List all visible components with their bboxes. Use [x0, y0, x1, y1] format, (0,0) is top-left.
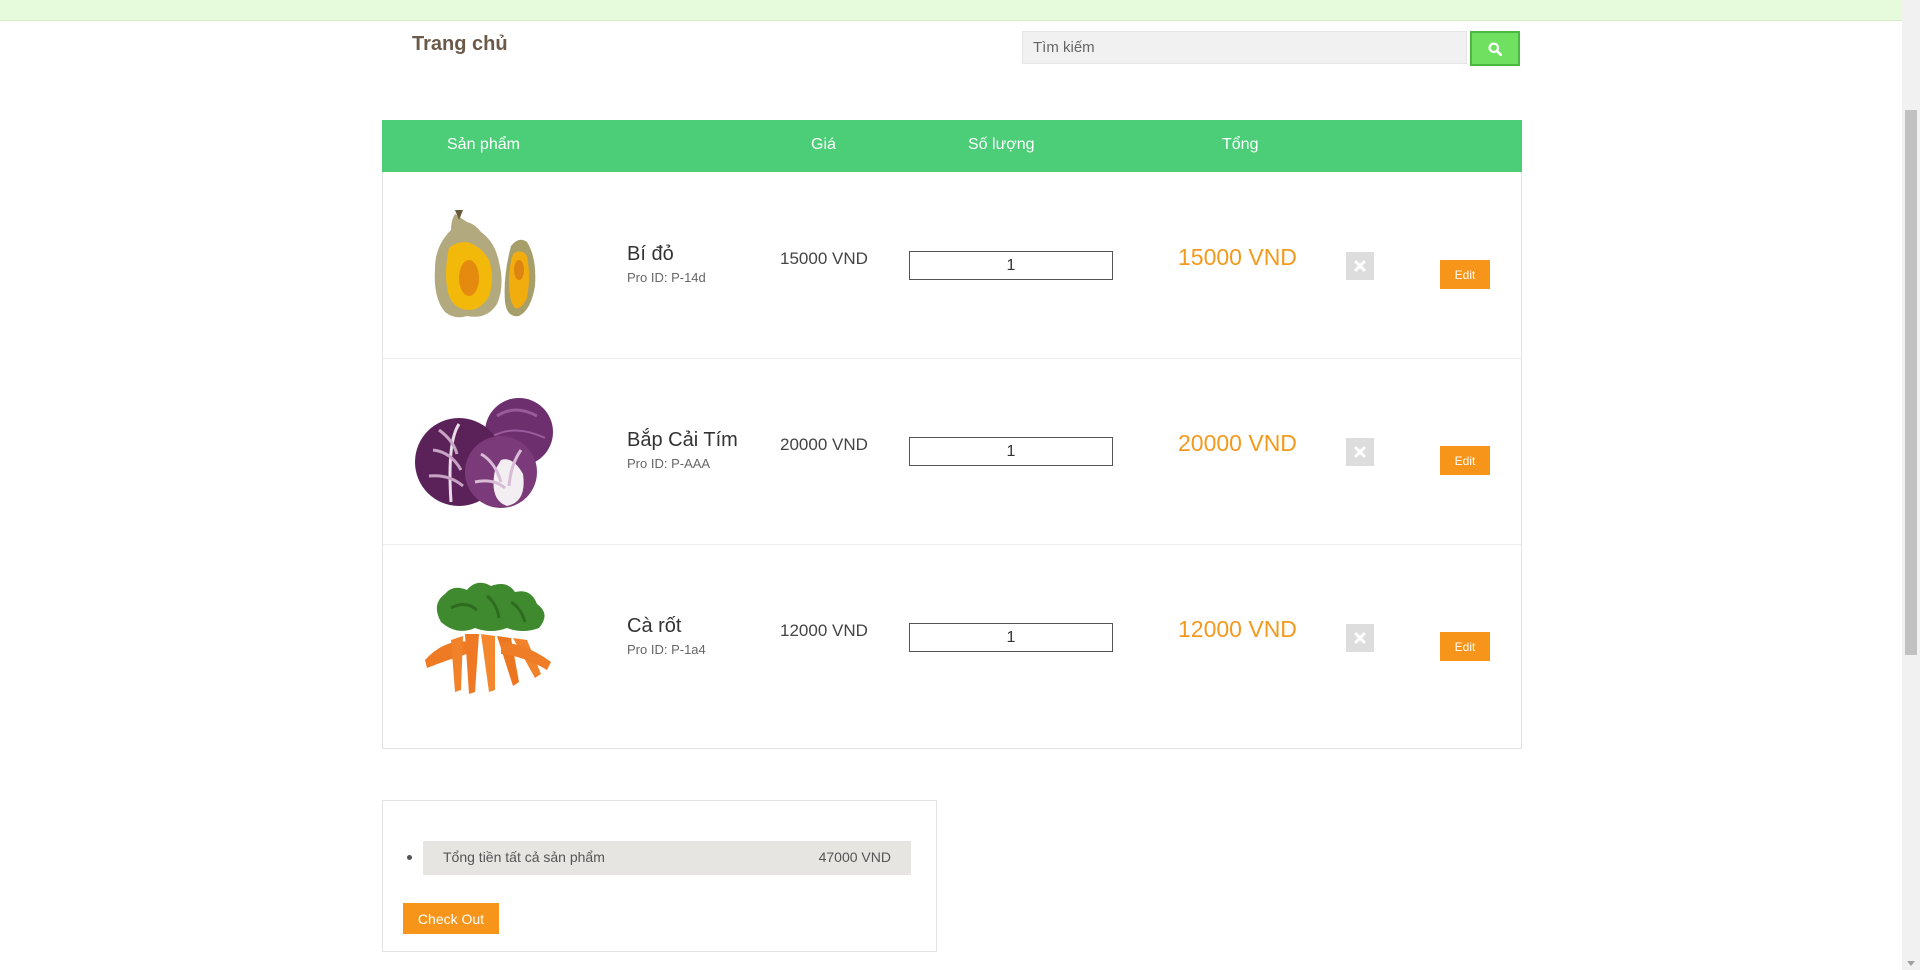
quantity-input[interactable]: [909, 437, 1113, 466]
product-name: Bí đỏ: [627, 243, 674, 265]
table-row: Bắp Cải Tím Pro ID: P-AAA 20000 VND 2000…: [383, 358, 1521, 545]
cart-summary: Tổng tiền tất cả sản phẩm 47000 VND Chec…: [382, 800, 937, 952]
page-scrollbar[interactable]: [1902, 0, 1920, 970]
search-input[interactable]: [1022, 31, 1467, 64]
column-header-quantity: Số lượng: [968, 136, 1035, 153]
remove-item-button[interactable]: [1346, 438, 1374, 466]
remove-item-button[interactable]: [1346, 624, 1374, 652]
scroll-down-arrow-icon[interactable]: [1907, 961, 1915, 966]
table-header: Sản phẩm Giá Số lượng Tổng: [382, 120, 1522, 172]
product-price: 15000 VND: [780, 249, 868, 268]
remove-icon: [1354, 260, 1366, 272]
product-name: Cà rốt: [627, 615, 682, 637]
table-row: Bí đỏ Pro ID: P-14d 15000 VND 15000 VND …: [383, 172, 1521, 359]
row-total: 12000 VND: [1178, 616, 1297, 642]
search-icon: [1488, 42, 1502, 56]
column-header-price: Giá: [811, 136, 836, 153]
product-id: Pro ID: P-AAA: [627, 456, 711, 471]
product-price: 20000 VND: [780, 435, 868, 454]
product-id: Pro ID: P-1a4: [627, 642, 706, 657]
product-image-carrots: [425, 582, 551, 694]
product-name: Bắp Cải Tím: [627, 429, 738, 451]
edit-button[interactable]: Edit: [1440, 446, 1490, 475]
product-image-pumpkin: [434, 210, 536, 318]
cart-table: Sản phẩm Giá Số lượng Tổng Bí đỏ Pro ID:…: [382, 120, 1522, 749]
grand-total-value: 47000 VND: [818, 849, 891, 865]
grand-total-label: Tổng tiền tất cả sản phẩm: [443, 849, 605, 865]
row-total: 15000 VND: [1178, 244, 1297, 270]
home-link[interactable]: Trang chủ: [412, 33, 508, 56]
remove-item-button[interactable]: [1346, 252, 1374, 280]
remove-icon: [1354, 632, 1366, 644]
quantity-input[interactable]: [909, 623, 1113, 652]
column-header-total: Tổng: [1222, 136, 1259, 153]
top-banner-strip: [0, 0, 1902, 21]
grand-total-row: Tổng tiền tất cả sản phẩm 47000 VND: [423, 841, 911, 875]
row-total: 20000 VND: [1178, 430, 1297, 456]
scrollbar-thumb[interactable]: [1905, 110, 1917, 655]
edit-button[interactable]: Edit: [1440, 632, 1490, 661]
list-bullet: [407, 855, 412, 860]
edit-button[interactable]: Edit: [1440, 260, 1490, 289]
remove-icon: [1354, 446, 1366, 458]
checkout-button[interactable]: Check Out: [403, 903, 499, 934]
product-image-cabbage: [415, 398, 553, 508]
quantity-input[interactable]: [909, 251, 1113, 280]
column-header-product: Sản phẩm: [447, 136, 520, 153]
product-price: 12000 VND: [780, 621, 868, 640]
search-button[interactable]: [1470, 31, 1520, 66]
table-row: Cà rốt Pro ID: P-1a4 12000 VND 12000 VND…: [383, 544, 1521, 730]
product-id: Pro ID: P-14d: [627, 270, 706, 285]
